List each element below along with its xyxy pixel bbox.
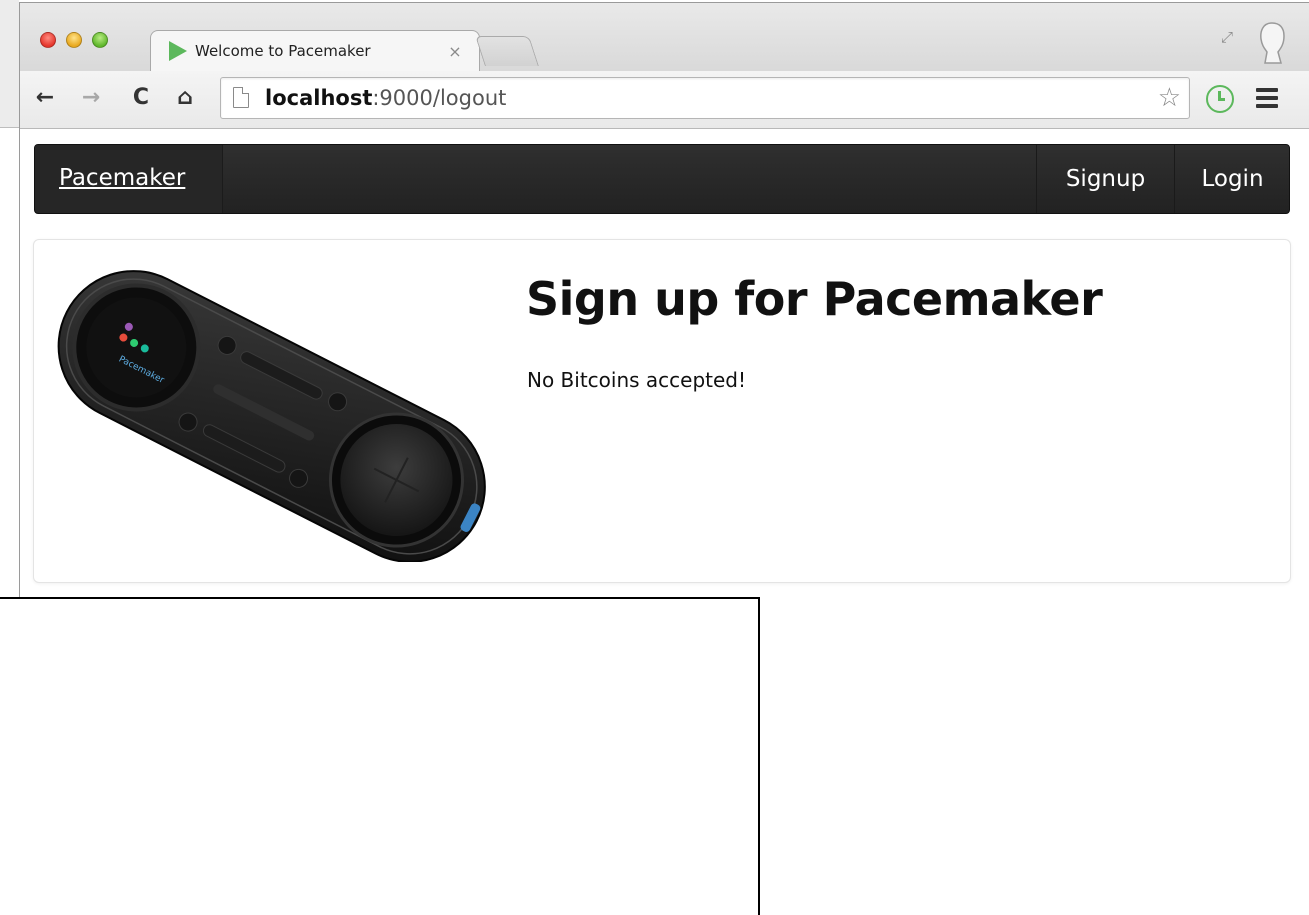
nav-item-login[interactable]: Login [1174,145,1290,213]
brand-link[interactable]: Pacemaker [59,165,185,191]
tab-strip: Welcome to Pacemaker × ⤢ [20,3,1309,72]
site-navbar: Pacemaker Signup Login [34,144,1290,214]
tab-close-icon[interactable]: × [447,42,463,61]
forward-button[interactable]: → [78,85,104,111]
reload-button[interactable]: C [128,85,154,111]
url-path: :9000/logout [372,86,507,110]
home-button[interactable]: ⌂ [172,85,198,111]
hero-title: Sign up for Pacemaker [526,272,1103,326]
url-host: localhost [265,86,373,110]
hero-text: No Bitcoins accepted! [527,368,747,392]
star-icon[interactable]: ☆ [1158,84,1181,112]
brand-container: Pacemaker [35,145,223,213]
fullscreen-icon[interactable]: ⤢ [1215,25,1239,49]
tab-title: Welcome to Pacemaker [195,42,371,60]
url-text[interactable]: localhost:9000/logout [265,86,506,110]
close-window-icon[interactable] [40,32,56,48]
history-icon[interactable] [1206,85,1234,113]
minimize-window-icon[interactable] [66,32,82,48]
nav-item-signup[interactable]: Signup [1036,145,1174,213]
menu-icon[interactable] [1256,88,1278,108]
signup-link[interactable]: Signup [1037,145,1174,213]
address-bar[interactable]: localhost:9000/logout ☆ [220,77,1190,119]
hero-panel: Pacemaker Sign up for Pacemaker No Bitco… [33,239,1291,583]
login-link[interactable]: Login [1175,145,1290,213]
browser-tab[interactable]: Welcome to Pacemaker × [150,30,480,72]
new-tab-button[interactable] [475,36,539,66]
back-button[interactable]: ← [32,85,58,111]
play-favicon-icon [169,41,187,61]
browser-toolbar: ← → C ⌂ localhost:9000/logout ☆ [20,71,1309,129]
pacemaker-device-image: Pacemaker [57,270,486,562]
profile-icon[interactable] [1255,19,1289,67]
page-icon [233,87,249,108]
window-shadow-strip [0,0,19,128]
overlay-panel [0,597,760,915]
maximize-window-icon[interactable] [92,32,108,48]
